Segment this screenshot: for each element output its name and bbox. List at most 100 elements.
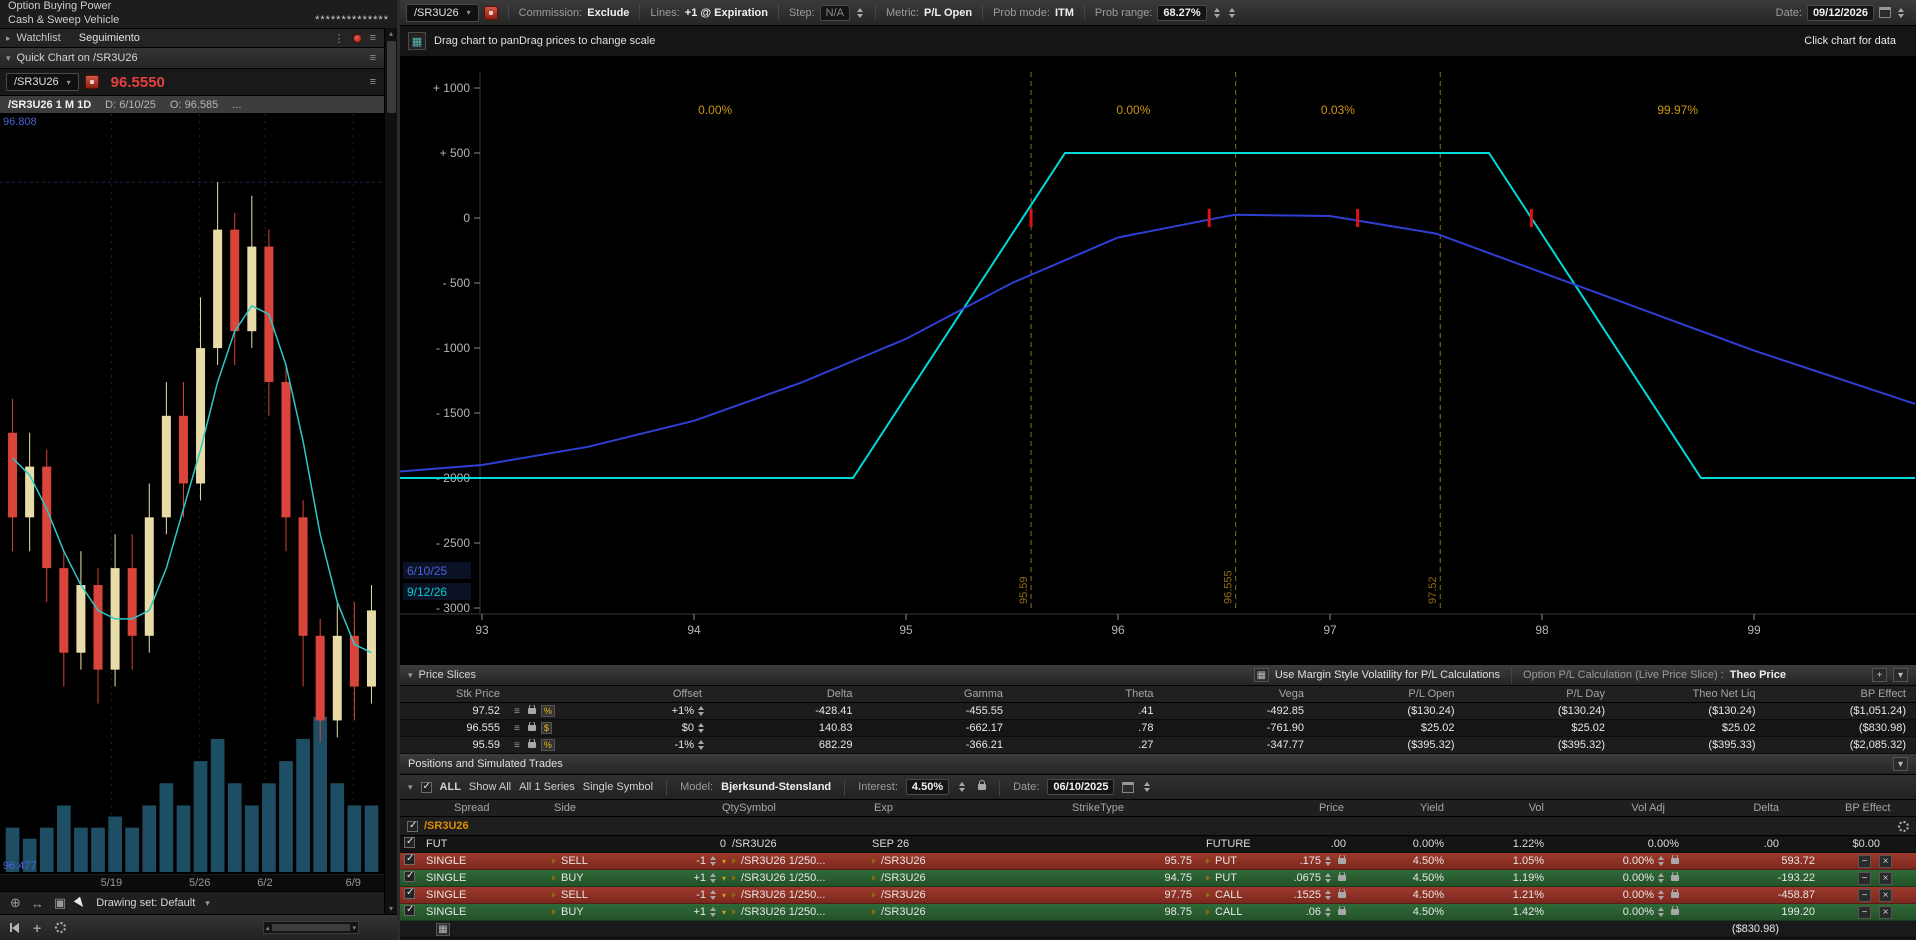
add-icon[interactable]: + [33, 920, 41, 936]
interest-stepper[interactable] [959, 782, 965, 792]
offset-stepper[interactable] [698, 706, 704, 716]
position-row[interactable]: FUT 0 /SR3U26 SEP 26 FUTURE .00 0.00% 1.… [400, 836, 1916, 853]
column-header[interactable]: Gamma [863, 688, 1014, 700]
row-checkbox[interactable] [404, 871, 415, 882]
scroll-down-icon[interactable]: ▾ [389, 903, 393, 914]
slice-stk-price[interactable]: 95.59 [400, 739, 510, 751]
positions-date-stepper[interactable] [1144, 782, 1150, 792]
prob-range-stepper[interactable] [1214, 8, 1220, 18]
price-slice-row[interactable]: 96.555 ≡$ $0 140.83-662.17.78-761.90$25.… [400, 720, 1916, 737]
lock-icon[interactable] [1671, 892, 1679, 898]
zoom-icon[interactable]: ⊕ [10, 895, 21, 911]
prob-mode-value[interactable]: ITM [1055, 7, 1074, 19]
row-checkbox[interactable] [404, 837, 415, 848]
menu-icon[interactable]: ≡ [368, 52, 378, 64]
column-header[interactable]: Theta [1013, 688, 1164, 700]
gear-icon[interactable] [55, 922, 66, 933]
chevron-down-icon[interactable]: ▾ [408, 782, 413, 793]
price-slices-title[interactable]: Price Slices [419, 669, 476, 681]
menu-icon[interactable]: ≡ [368, 76, 378, 88]
lock-icon[interactable] [528, 725, 536, 731]
position-vol-adj[interactable]: 0.00% [1600, 838, 1695, 850]
column-header[interactable]: QtySymbol [616, 802, 866, 814]
position-vol-adj[interactable]: 0.00% [1600, 855, 1695, 867]
vol-adj-stepper[interactable] [1658, 873, 1664, 883]
margin-volatility-toggle-icon[interactable]: ▦ [1254, 668, 1269, 682]
calendar-icon[interactable] [1879, 7, 1891, 18]
menu-icon[interactable]: ≡ [514, 723, 520, 734]
metric-value[interactable]: P/L Open [924, 7, 972, 19]
scrollbar-thumb[interactable] [387, 41, 396, 113]
slices-menu-button[interactable]: ▾ [1893, 668, 1908, 682]
link-color-icon[interactable] [353, 34, 362, 43]
position-qty[interactable]: +1▾ [616, 906, 726, 918]
position-vol-adj[interactable]: 0.00% [1600, 872, 1695, 884]
vol-adj-stepper[interactable] [1658, 890, 1664, 900]
scroll-up-icon[interactable]: ▴ [389, 28, 393, 39]
quick-chart-canvas[interactable]: 96.808 96.477 [0, 114, 384, 874]
risk-profile-chart[interactable]: + 1000+ 5000- 500- 1000- 1500- 2000- 250… [400, 56, 1916, 664]
model-value[interactable]: Bjerksund-Stensland [721, 781, 831, 793]
date-input[interactable]: 09/12/2026 [1807, 5, 1874, 21]
position-qty[interactable]: -1▾ [616, 855, 726, 867]
watchlist-label[interactable]: Watchlist [17, 32, 61, 44]
chart-info-more[interactable]: ... [232, 99, 241, 111]
column-header[interactable]: Stk Price [400, 688, 510, 700]
select-box-icon[interactable]: ▣ [54, 895, 66, 911]
group-checkbox[interactable] [407, 821, 418, 832]
add-price-slice-button[interactable]: + [1872, 668, 1887, 682]
column-header[interactable]: Vol Adj [1600, 802, 1695, 814]
all-checkbox[interactable] [421, 782, 432, 793]
price-stepper[interactable] [1325, 907, 1331, 917]
go-to-start-icon[interactable] [10, 923, 19, 933]
column-header[interactable]: Delta [712, 688, 863, 700]
commission-value[interactable]: Exclude [587, 7, 629, 19]
slice-stk-price[interactable]: 96.555 [400, 722, 510, 734]
column-header[interactable]: BP Effect [1845, 802, 1916, 814]
offset-unit-badge[interactable]: % [541, 739, 555, 751]
column-header[interactable]: Vol [1500, 802, 1600, 814]
column-header[interactable]: Offset [590, 688, 712, 700]
price-stepper[interactable] [1325, 890, 1331, 900]
slice-offset[interactable]: $0 [590, 722, 712, 734]
filter-all[interactable]: ALL [440, 781, 461, 793]
positions-menu-button[interactable]: ▾ [1893, 757, 1908, 771]
menu-icon[interactable]: ≡ [514, 706, 520, 717]
watchlist-selected-name[interactable]: Seguimiento [79, 32, 140, 44]
column-header[interactable]: Exp [866, 802, 956, 814]
filter-series[interactable]: All 1 Series [519, 781, 575, 793]
candlestick-chart[interactable] [0, 114, 384, 874]
lock-icon[interactable] [528, 742, 536, 748]
column-header[interactable]: P/L Open [1314, 688, 1465, 700]
vol-adj-stepper[interactable] [1658, 907, 1664, 917]
pan-icon[interactable]: ↔ [31, 896, 44, 911]
delete-leg-button[interactable]: × [1879, 855, 1892, 868]
menu-icon[interactable]: ≡ [514, 740, 520, 751]
position-price[interactable]: .175 [1280, 855, 1390, 867]
scroll-up-icon[interactable]: ▴ [266, 924, 270, 932]
pl-calc-value[interactable]: Theo Price [1730, 669, 1786, 681]
chart-mode-icon[interactable]: ▦ [408, 32, 426, 50]
price-slice-row[interactable]: 95.59 ≡% -1% 682.29-366.21.27-347.77($39… [400, 737, 1916, 754]
step-stepper[interactable] [857, 8, 863, 18]
column-header[interactable]: Price [1280, 802, 1390, 814]
position-vol-adj[interactable]: 0.00% [1600, 889, 1695, 901]
column-header[interactable]: Theo Net Liq [1615, 688, 1766, 700]
row-checkbox[interactable] [404, 905, 415, 916]
qty-stepper[interactable] [710, 856, 716, 866]
filter-single-symbol[interactable]: Single Symbol [583, 781, 653, 793]
slice-stk-price[interactable]: 97.52 [400, 705, 510, 717]
ellipsis-icon[interactable]: ⋮ [332, 32, 347, 45]
menu-icon[interactable]: ≡ [368, 32, 378, 44]
delete-leg-button[interactable]: × [1879, 889, 1892, 902]
account-row-cash-sweep[interactable]: Cash & Sweep Vehicle ************** [0, 12, 397, 28]
column-header[interactable]: Yield [1390, 802, 1500, 814]
remove-leg-button[interactable]: − [1858, 906, 1871, 919]
position-vol-adj[interactable]: 0.00% [1600, 906, 1695, 918]
column-header[interactable]: Side [546, 802, 616, 814]
remove-leg-button[interactable]: − [1858, 855, 1871, 868]
position-row[interactable]: SINGLE BUY +1▾ /SR3U26 1/250... /SR3U26 … [400, 904, 1916, 921]
horizontal-scrollbar[interactable]: ▴ ▾ [263, 921, 359, 934]
chevron-down-icon[interactable]: ▾ [6, 53, 11, 64]
gear-icon[interactable] [1898, 821, 1909, 832]
